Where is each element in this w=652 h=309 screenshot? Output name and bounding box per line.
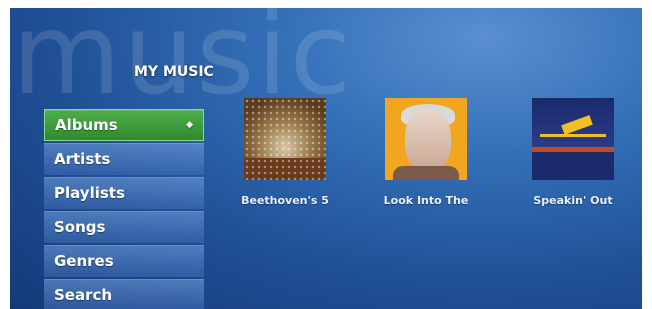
album-tile[interactable]: Beethoven's 5 xyxy=(230,98,340,207)
media-center-screen: music MY MUSIC Albums ◆ Artists Playlist… xyxy=(10,8,642,309)
menu-item-albums[interactable]: Albums ◆ xyxy=(44,109,204,141)
album-cover xyxy=(385,98,467,180)
album-cover xyxy=(244,98,326,180)
menu-item-songs[interactable]: Songs xyxy=(44,211,204,243)
menu-item-label: Albums xyxy=(55,116,118,134)
album-cover xyxy=(532,98,614,180)
album-tile[interactable]: Speakin' Out xyxy=(518,98,628,207)
menu-item-label: Genres xyxy=(54,252,114,270)
menu-item-genres[interactable]: Genres xyxy=(44,245,204,277)
album-title: Speakin' Out xyxy=(533,194,613,207)
menu-item-artists[interactable]: Artists xyxy=(44,143,204,175)
menu-item-playlists[interactable]: Playlists xyxy=(44,177,204,209)
category-menu: Albums ◆ Artists Playlists Songs Genres … xyxy=(44,109,204,309)
selected-indicator-icon: ◆ xyxy=(186,120,193,130)
album-title: Look Into The xyxy=(383,194,469,207)
menu-item-label: Playlists xyxy=(54,184,125,202)
page-title: MY MUSIC xyxy=(134,64,214,80)
menu-item-label: Search xyxy=(54,286,113,304)
album-title: Beethoven's 5 xyxy=(241,194,329,207)
menu-item-search[interactable]: Search xyxy=(44,279,204,309)
menu-item-label: Songs xyxy=(54,218,106,236)
album-tile[interactable]: Look Into The xyxy=(371,98,481,207)
menu-item-label: Artists xyxy=(54,150,111,168)
